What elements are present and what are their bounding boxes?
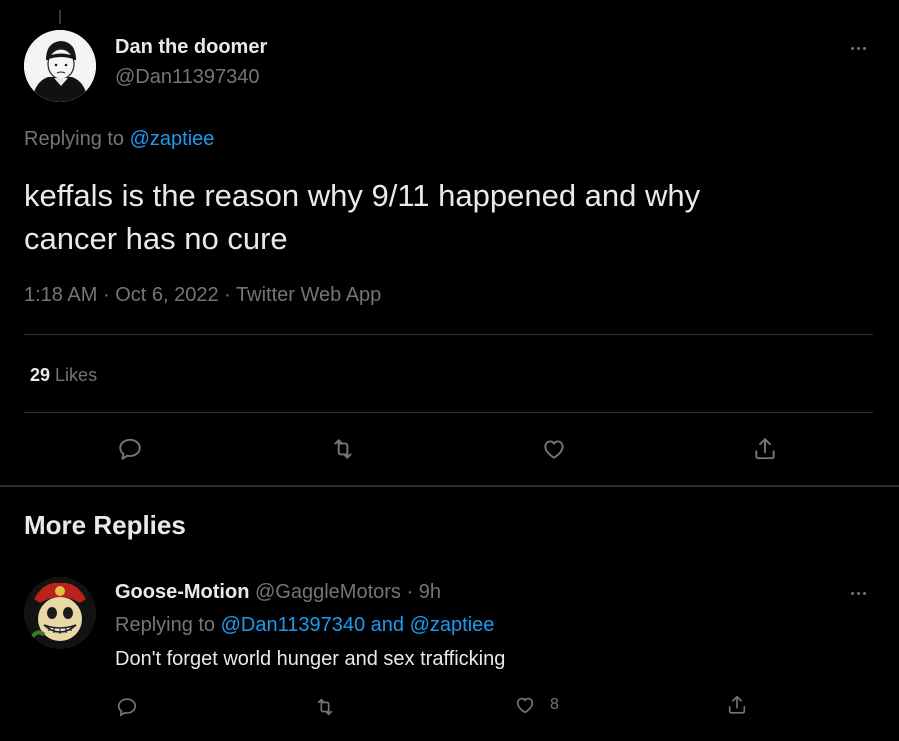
like-button[interactable]	[541, 436, 567, 462]
reply-author-handle[interactable]: @GaggleMotors	[255, 581, 401, 603]
share-icon	[755, 438, 775, 460]
more-options-icon[interactable]	[846, 38, 870, 58]
like-icon	[544, 440, 564, 459]
tweet-text-line-1: keffals is the reason why 9/11 happened …	[24, 178, 701, 213]
reply-author-name[interactable]: Goose-Motion	[115, 581, 249, 603]
reply-retweet-button[interactable]	[314, 696, 336, 718]
tweet-text: keffals is the reason why 9/11 happened …	[24, 174, 700, 260]
reply-share-button[interactable]	[726, 694, 748, 716]
reply-button[interactable]	[117, 436, 143, 462]
author-avatar[interactable]	[24, 30, 96, 102]
retweet-icon	[317, 698, 333, 716]
goose-avatar-image	[24, 577, 96, 649]
share-icon	[728, 695, 746, 714]
reply-replying-to-line: Replying to @Dan11397340 and @zaptiee	[115, 614, 494, 637]
reply-like-button[interactable]: 8	[514, 694, 559, 716]
likes-count: 29	[30, 365, 51, 385]
reply-reply-button[interactable]	[116, 696, 138, 718]
section-divider	[0, 485, 899, 487]
tweet-time[interactable]: 1:18 AM	[24, 284, 97, 306]
tweet-date[interactable]: Oct 6, 2022	[115, 284, 218, 306]
reply-more-options-icon[interactable]	[846, 583, 870, 603]
more-replies-heading: More Replies	[24, 510, 186, 540]
replying-to-line: Replying to @zaptiee	[24, 128, 214, 151]
tweet-text-line-2: cancer has no cure	[24, 221, 288, 256]
tweet-metadata: 1:18 AM · Oct 6, 2022 · Twitter Web App	[24, 284, 381, 307]
reply-like-count: 8	[550, 696, 559, 713]
likes-stat[interactable]: 29 Likes	[30, 365, 97, 386]
reply-replying-to-links[interactable]: @Dan11397340 and @zaptiee	[221, 614, 495, 636]
replying-to-link[interactable]: @zaptiee	[130, 128, 215, 150]
meta-separator: ·	[102, 284, 110, 306]
divider	[24, 334, 873, 335]
reply-icon	[119, 438, 141, 460]
retweet-button[interactable]	[330, 436, 356, 462]
tweet-source[interactable]: Twitter Web App	[236, 284, 381, 306]
reply-text: Don't forget world hunger and sex traffi…	[115, 648, 506, 670]
share-button[interactable]	[752, 436, 778, 462]
reply-header: Goose-Motion @GaggleMotors · 9h	[115, 581, 441, 604]
divider	[24, 412, 873, 413]
replying-prefix: Replying to	[24, 128, 125, 150]
like-icon	[516, 697, 534, 714]
author-handle[interactable]: @Dan11397340	[115, 66, 260, 89]
author-name[interactable]: Dan the doomer	[115, 36, 267, 59]
meta-separator: ·	[224, 284, 231, 306]
reply-author-avatar[interactable]	[24, 577, 96, 649]
reply-time[interactable]: 9h	[419, 581, 441, 603]
doomer-avatar-image	[24, 30, 96, 102]
retweet-icon	[334, 439, 352, 459]
thread-connector-line	[59, 10, 61, 24]
reply-replying-prefix: Replying to	[115, 614, 216, 636]
reply-separator: ·	[406, 581, 414, 603]
reply-icon	[117, 698, 137, 717]
likes-label: Likes	[55, 365, 98, 385]
